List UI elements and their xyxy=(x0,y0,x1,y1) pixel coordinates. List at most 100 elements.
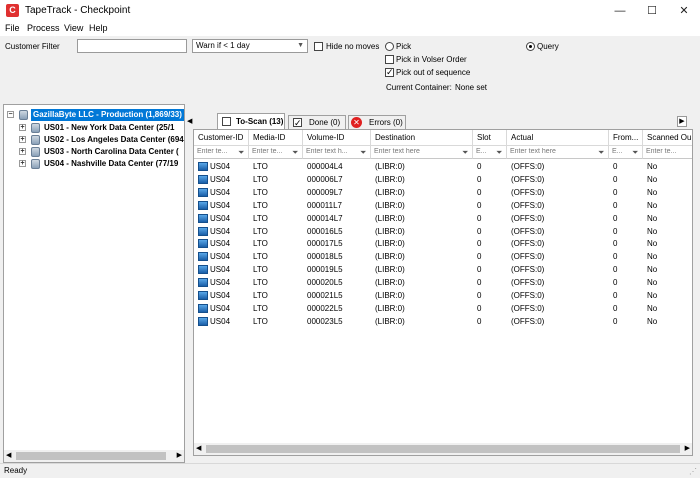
table-row[interactable]: US04 LTO 000018L5 (LIBR:0) 0 (OFFS:0) 0 No xyxy=(194,250,692,263)
cell-actual: (OFFS:0) xyxy=(511,278,545,288)
filter-cell-destination[interactable]: Enter text here ⏷ xyxy=(371,146,473,159)
column-header-volume-id[interactable]: Volume-ID xyxy=(303,130,371,146)
filter-cell-slot[interactable]: E... ⏷ xyxy=(473,146,507,159)
cell-volume-id: 000020L5 xyxy=(307,278,343,288)
filter-cell-scanned-out[interactable]: Enter te... xyxy=(643,146,692,159)
cell-scanned-out: No xyxy=(647,291,658,300)
funnel-icon[interactable]: ⏷ xyxy=(292,148,300,157)
table-row[interactable]: US04 LTO 000019L5 (LIBR:0) 0 (OFFS:0) 0 No xyxy=(194,263,692,276)
hide-no-moves-checkbox[interactable] xyxy=(314,42,323,51)
funnel-icon[interactable]: ⏷ xyxy=(462,148,470,157)
cell-from: 0 xyxy=(613,303,618,313)
cell-media-id: LTO xyxy=(253,239,268,249)
tab-scroll-right-icon[interactable]: ▶ xyxy=(677,116,687,127)
table-row[interactable]: US04 LTO 000020L5 (LIBR:0) 0 (OFFS:0) 0 No xyxy=(194,276,692,289)
tape-volume-icon xyxy=(198,303,208,313)
cell-scanned-out: No xyxy=(647,303,658,313)
scroll-left-icon[interactable]: ◀ xyxy=(196,444,201,452)
cell-customer-id: US04 xyxy=(210,316,231,326)
column-header-customer-id[interactable]: Customer-ID xyxy=(194,130,249,146)
table-row[interactable]: US04 LTO 000021L5 (LIBR:0) 0 (OFFS:0) 0 No xyxy=(194,289,692,302)
warn-select[interactable]: Warn if < 1 day ▼ xyxy=(192,39,308,53)
table-row[interactable]: US04 LTO 000004L4 (LIBR:0) 0 (OFFS:0) 0 No xyxy=(194,160,692,173)
table-row[interactable]: US04 LTO 000011L7 (LIBR:0) 0 (OFFS:0) 0 No xyxy=(194,199,692,212)
tree-item-label: US03 - North Carolina Data Center ( xyxy=(44,147,179,156)
table-row[interactable]: US04 LTO 000009L7 (LIBR:0) 0 (OFFS:0) 0 No xyxy=(194,186,692,199)
current-container-label: Current Container: xyxy=(386,83,452,92)
maximize-icon[interactable]: ☐ xyxy=(636,0,668,22)
close-icon[interactable]: ✕ xyxy=(668,0,700,22)
menu-process[interactable]: Process xyxy=(27,23,60,33)
query-radio[interactable] xyxy=(526,42,535,51)
scroll-right-icon[interactable]: ▶ xyxy=(177,451,182,459)
cell-media-id: LTO xyxy=(253,252,268,262)
expand-icon[interactable]: + xyxy=(19,124,26,131)
table-row[interactable]: US04 LTO 000017L5 (LIBR:0) 0 (OFFS:0) 0 No xyxy=(194,237,692,250)
scroll-left-icon[interactable]: ◀ xyxy=(6,451,11,459)
expand-icon[interactable]: + xyxy=(19,160,26,167)
tree-horizontal-scrollbar[interactable]: ◀ ▶ xyxy=(4,450,184,462)
minimize-icon[interactable]: — xyxy=(604,0,636,22)
scroll-right-icon[interactable]: ▶ xyxy=(685,444,690,452)
collapse-icon[interactable]: − xyxy=(7,111,14,118)
resize-grip-icon[interactable]: ⋰ xyxy=(689,467,697,476)
filter-cell-customer-id[interactable]: Enter te... ⏷ xyxy=(194,146,249,159)
cell-from: 0 xyxy=(613,278,618,288)
filter-cell-volume-id[interactable]: Enter text h... ⏷ xyxy=(303,146,371,159)
cell-destination: (LIBR:0) xyxy=(375,200,405,210)
filter-placeholder: E... xyxy=(476,148,487,155)
table-row[interactable]: US04 LTO 000006L7 (LIBR:0) 0 (OFFS:0) 0 No xyxy=(194,173,692,186)
tab-errors[interactable]: ✕ Errors (0) xyxy=(348,115,406,129)
cell-destination: (LIBR:0) xyxy=(375,291,405,300)
cell-destination: (LIBR:0) xyxy=(375,316,405,326)
funnel-icon[interactable]: ⏷ xyxy=(632,148,640,157)
cell-destination: (LIBR:0) xyxy=(375,174,405,184)
grid-horizontal-scrollbar[interactable]: ◀ ▶ xyxy=(194,443,692,455)
table-row[interactable]: US04 LTO 000014L7 (LIBR:0) 0 (OFFS:0) 0 No xyxy=(194,212,692,225)
menu-view[interactable]: View xyxy=(64,23,83,33)
filter-cell-from[interactable]: E... ⏷ xyxy=(609,146,643,159)
customer-filter-input[interactable] xyxy=(77,39,187,53)
cell-media-id: LTO xyxy=(253,162,268,171)
filter-placeholder: E... xyxy=(612,148,623,155)
tab-done[interactable]: Done (0) xyxy=(288,115,346,130)
table-row[interactable]: US04 LTO 000022L5 (LIBR:0) 0 (OFFS:0) 0 No xyxy=(194,302,692,315)
filter-cell-media-id[interactable]: Enter te... ⏷ xyxy=(249,146,303,159)
funnel-icon[interactable]: ⏷ xyxy=(360,148,368,157)
tab-to-scan[interactable]: To-Scan (13) xyxy=(217,113,285,130)
pick-radio[interactable] xyxy=(385,42,394,51)
cell-actual: (OFFS:0) xyxy=(511,265,545,275)
expand-icon[interactable]: + xyxy=(19,136,26,143)
table-row[interactable]: US04 LTO 000016L5 (LIBR:0) 0 (OFFS:0) 0 No xyxy=(194,225,692,238)
pick-volser-order-checkbox[interactable] xyxy=(385,55,394,64)
cell-from: 0 xyxy=(613,252,618,262)
funnel-icon[interactable]: ⏷ xyxy=(238,148,246,157)
column-header-actual[interactable]: Actual xyxy=(507,130,609,146)
cell-volume-id: 000023L5 xyxy=(307,316,343,326)
table-row[interactable]: US04 LTO 000023L5 (LIBR:0) 0 (OFFS:0) 0 No xyxy=(194,315,692,328)
filter-cell-actual[interactable]: Enter text here ⏷ xyxy=(507,146,609,159)
column-header-media-id[interactable]: Media-ID xyxy=(249,130,303,146)
cell-volume-id: 000018L5 xyxy=(307,252,343,262)
column-header-destination[interactable]: Destination xyxy=(371,130,473,146)
cell-scanned-out: No xyxy=(647,213,658,223)
menu-help[interactable]: Help xyxy=(89,23,108,33)
cell-from: 0 xyxy=(613,187,618,197)
query-label: Query xyxy=(537,42,559,51)
cell-actual: (OFFS:0) xyxy=(511,162,545,171)
scroll-thumb[interactable] xyxy=(206,445,680,453)
column-header-from[interactable]: From... xyxy=(609,130,643,146)
column-header-scanned-out[interactable]: Scanned Ou xyxy=(643,130,692,146)
cell-slot: 0 xyxy=(477,200,482,210)
funnel-icon[interactable]: ⏷ xyxy=(496,148,504,157)
pick-out-of-sequence-checkbox[interactable] xyxy=(385,67,394,78)
tab-scroll-left-icon[interactable]: ◀ xyxy=(187,117,195,128)
scroll-thumb[interactable] xyxy=(16,452,166,460)
menu-file[interactable]: File xyxy=(5,23,20,33)
customer-tree: − GazillaByte LLC - Production (1,869/33… xyxy=(3,104,185,463)
column-header-slot[interactable]: Slot xyxy=(473,130,507,146)
funnel-icon[interactable]: ⏷ xyxy=(598,148,606,157)
expand-icon[interactable]: + xyxy=(19,148,26,155)
menu-bar: File Process View Help xyxy=(0,22,700,36)
cell-actual: (OFFS:0) xyxy=(511,316,545,326)
